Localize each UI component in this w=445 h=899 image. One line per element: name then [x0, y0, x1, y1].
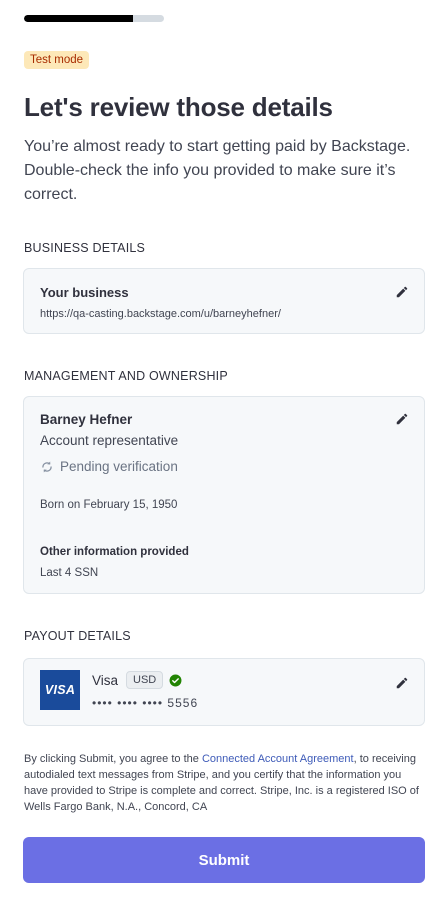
- legal-disclaimer: By clicking Submit, you agree to the Con…: [24, 751, 426, 815]
- sync-icon: [40, 460, 54, 474]
- business-url: https://qa-casting.backstage.com/u/barne…: [40, 308, 281, 320]
- submit-button[interactable]: Submit: [23, 837, 425, 883]
- payout-details-heading: PAYOUT DETAILS: [24, 629, 131, 643]
- legal-text-prefix: By clicking Submit, you agree to the: [24, 753, 202, 765]
- pending-verification-label: Pending verification: [60, 459, 178, 474]
- pending-verification-status: Pending verification: [40, 459, 178, 474]
- edit-payout-pencil-icon[interactable]: [395, 676, 409, 690]
- business-details-card: Your business https://qa-casting.backsta…: [23, 268, 425, 334]
- other-info-value: Last 4 SSN: [40, 567, 99, 579]
- management-card: Barney Hefner Account representative Pen…: [23, 396, 425, 594]
- page-subtitle: You’re almost ready to start getting pai…: [24, 138, 411, 203]
- business-title: Your business: [40, 285, 129, 300]
- onboarding-progress-bar: [24, 15, 164, 22]
- visa-logo-icon: VISA: [40, 670, 80, 710]
- test-mode-badge: Test mode: [24, 51, 90, 69]
- edit-business-pencil-icon[interactable]: [395, 285, 409, 299]
- page-title: Let's review those details: [24, 92, 333, 122]
- other-info-title: Other information provided: [40, 546, 189, 558]
- person-role: Account representative: [40, 433, 179, 448]
- payout-details-card: VISA Visa USD •••• •••• •••• 5556: [23, 658, 425, 726]
- management-ownership-heading: MANAGEMENT AND OWNERSHIP: [24, 369, 228, 383]
- check-circle-icon: [169, 674, 182, 687]
- connected-account-agreement-link[interactable]: Connected Account Agreement: [202, 753, 354, 765]
- currency-badge: USD: [126, 671, 164, 689]
- business-details-heading: BUSINESS DETAILS: [24, 241, 146, 255]
- progress-bar-fill: [24, 15, 134, 22]
- birth-date: Born on February 15, 1950: [40, 499, 178, 511]
- person-name: Barney Hefner: [40, 412, 133, 427]
- card-brand: Visa: [92, 673, 119, 688]
- edit-person-pencil-icon[interactable]: [395, 412, 409, 426]
- masked-card-number: •••• •••• •••• 5556: [92, 696, 199, 710]
